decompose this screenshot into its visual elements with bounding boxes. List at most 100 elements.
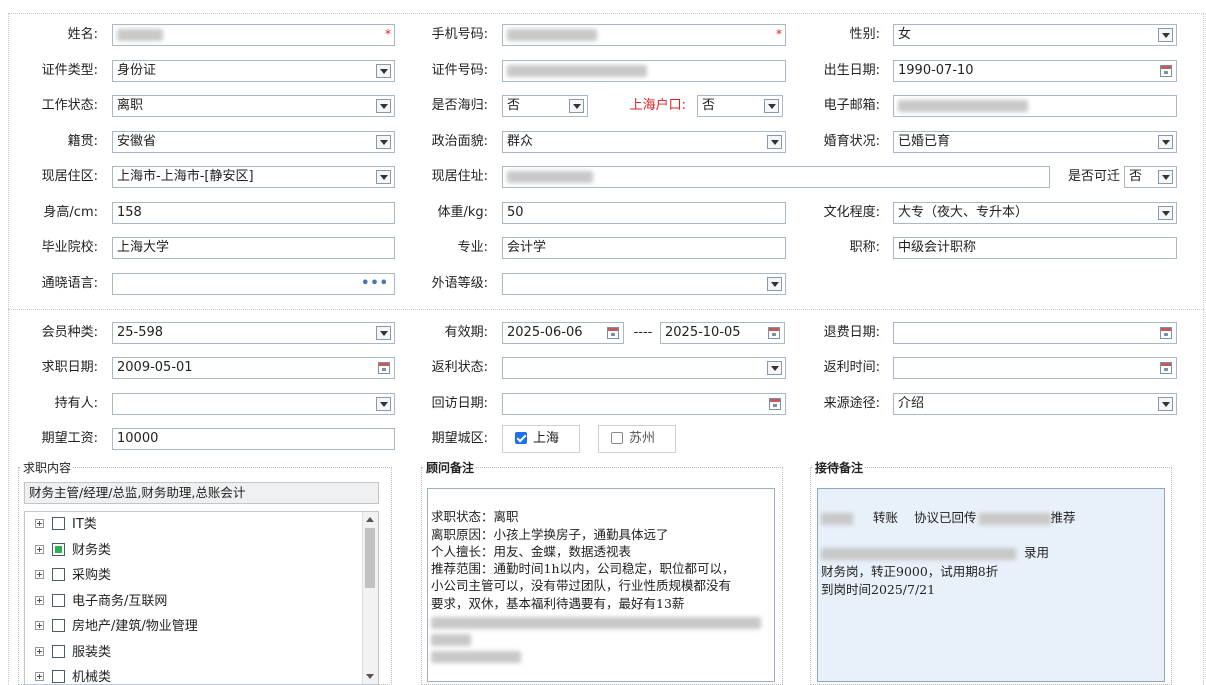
- birth-date-input[interactable]: 1990-07-10: [893, 60, 1177, 82]
- calendar-icon[interactable]: [1160, 362, 1172, 374]
- political-status-value: 群众: [507, 134, 534, 149]
- education-select[interactable]: 大专（夜大、专升本）: [893, 202, 1177, 224]
- weight-input[interactable]: 50: [502, 202, 786, 224]
- expand-icon[interactable]: [35, 595, 44, 605]
- chevron-down-icon[interactable]: [764, 99, 779, 113]
- expand-icon[interactable]: [35, 672, 44, 681]
- expand-icon[interactable]: [35, 570, 44, 579]
- chevron-down-icon[interactable]: [376, 64, 391, 78]
- tree-item-it[interactable]: IT类: [25, 512, 378, 538]
- rebate-status-select[interactable]: [502, 357, 786, 379]
- valid-end-input[interactable]: 2025-10-05: [660, 322, 785, 344]
- chevron-down-icon[interactable]: [1158, 28, 1173, 42]
- tree-item-apparel[interactable]: 服装类: [25, 640, 378, 666]
- checkbox-unchecked-icon[interactable]: [52, 644, 65, 658]
- expand-icon[interactable]: [35, 646, 44, 656]
- note-line: 推荐范围：通勤时间1h以内，公司稳定，职位都可以，: [431, 561, 735, 577]
- rebate-time-input[interactable]: [893, 357, 1177, 379]
- chevron-down-icon[interactable]: [376, 135, 391, 149]
- chevron-down-icon[interactable]: [1158, 170, 1173, 184]
- calendar-icon[interactable]: [607, 327, 619, 339]
- reception-notes-textarea[interactable]: 转账 协议已回传 推荐 录用 财务岗，转正9000，试用期8折 到岗时间2025/7/21: [817, 488, 1165, 682]
- expand-icon[interactable]: [35, 519, 44, 528]
- languages-input[interactable]: •••: [112, 273, 395, 295]
- address-input[interactable]: [502, 166, 1050, 188]
- scroll-down-icon[interactable]: [366, 674, 374, 679]
- chevron-down-icon[interactable]: [767, 135, 782, 149]
- note-segment: 协议已回传: [914, 510, 977, 526]
- major-input[interactable]: 会计学: [502, 237, 786, 259]
- id-type-select[interactable]: 身份证: [112, 60, 395, 82]
- checkbox-unchecked-icon[interactable]: [52, 517, 65, 530]
- consultant-notes-textarea[interactable]: 求职状态：离职 离职原因：小孩上学换房子，通勤具体远了 个人擅长：用友、金蝶，数据透…: [427, 488, 775, 682]
- residence-area-select[interactable]: 上海市-上海市-[静安区]: [112, 166, 395, 188]
- chevron-down-icon[interactable]: [1158, 397, 1173, 411]
- city-option-shanghai[interactable]: 上海: [502, 425, 580, 453]
- job-seek-date-input[interactable]: 2009-05-01: [112, 357, 395, 379]
- refund-date-input[interactable]: [893, 322, 1177, 344]
- title-input[interactable]: 中级会计职称: [893, 237, 1177, 259]
- school-input[interactable]: 上海大学: [112, 237, 395, 259]
- native-place-select[interactable]: 安徽省: [112, 131, 395, 153]
- checkbox-unchecked-icon[interactable]: [52, 593, 65, 607]
- checkbox-unchecked-icon[interactable]: [52, 670, 65, 683]
- tree-item-finance[interactable]: 财务类: [25, 538, 378, 564]
- calendar-icon[interactable]: [769, 398, 781, 410]
- holder-select[interactable]: [112, 393, 395, 415]
- tree-item-purchasing[interactable]: 采购类: [25, 563, 378, 589]
- job-category-tree[interactable]: IT类 财务类 采购类 电子商务/互联网 房地产/建筑/物业管理 服装类 机械类: [24, 511, 379, 685]
- checkbox-unchecked-icon[interactable]: [52, 619, 65, 632]
- calendar-icon[interactable]: [1160, 327, 1172, 339]
- chevron-down-icon[interactable]: [376, 397, 391, 411]
- marital-status-select[interactable]: 已婚已育: [893, 131, 1177, 153]
- tree-item-machinery[interactable]: 机械类: [25, 665, 378, 685]
- tree-scrollbar[interactable]: [362, 512, 378, 684]
- gender-label: 性别:: [849, 27, 880, 42]
- scroll-up-icon[interactable]: [366, 517, 374, 522]
- valid-start-input[interactable]: 2025-06-06: [502, 322, 624, 344]
- chevron-down-icon[interactable]: [767, 277, 782, 291]
- checkbox-checked-icon[interactable]: [515, 432, 527, 444]
- height-input[interactable]: 158: [112, 202, 395, 224]
- more-icon[interactable]: •••: [361, 274, 389, 294]
- redacted-note: [821, 547, 1016, 560]
- chevron-down-icon[interactable]: [767, 361, 782, 375]
- scroll-thumb[interactable]: [365, 528, 375, 588]
- tree-item-label: 机械类: [72, 670, 112, 685]
- chevron-down-icon[interactable]: [376, 99, 391, 113]
- chevron-down-icon[interactable]: [1158, 135, 1173, 149]
- phone-input[interactable]: *: [502, 24, 786, 46]
- chevron-down-icon[interactable]: [569, 99, 584, 113]
- tree-item-label: 采购类: [72, 568, 112, 583]
- political-status-select[interactable]: 群众: [502, 131, 786, 153]
- name-input[interactable]: *: [112, 24, 395, 46]
- tree-item-ecommerce[interactable]: 电子商务/互联网: [25, 589, 378, 615]
- work-status-select[interactable]: 离职: [112, 95, 395, 117]
- member-type-select[interactable]: 25-598: [112, 322, 395, 344]
- foreign-level-select[interactable]: [502, 273, 786, 295]
- valid-period-separator: ----: [633, 325, 653, 340]
- calendar-icon[interactable]: [768, 327, 780, 339]
- checkbox-partial-icon[interactable]: [52, 542, 65, 556]
- returnee-select[interactable]: 否: [502, 95, 588, 117]
- chevron-down-icon[interactable]: [376, 326, 391, 340]
- id-number-input[interactable]: [502, 60, 786, 82]
- expected-salary-input[interactable]: 10000: [112, 428, 395, 450]
- city-option-suzhou[interactable]: 苏州: [598, 425, 676, 453]
- visit-date-input[interactable]: [502, 393, 786, 415]
- chevron-down-icon[interactable]: [376, 170, 391, 184]
- relocatable-select[interactable]: 否: [1124, 166, 1177, 188]
- email-input[interactable]: [893, 95, 1177, 117]
- source-select[interactable]: 介绍: [893, 393, 1177, 415]
- checkbox-unchecked-icon[interactable]: [52, 568, 65, 581]
- calendar-icon[interactable]: [378, 362, 390, 374]
- chevron-down-icon[interactable]: [1158, 206, 1173, 220]
- calendar-icon[interactable]: [1160, 65, 1172, 77]
- expand-icon[interactable]: [35, 621, 44, 630]
- expand-icon[interactable]: [35, 544, 44, 554]
- checkbox-unchecked-icon[interactable]: [611, 432, 623, 444]
- tree-item-real-estate[interactable]: 房地产/建筑/物业管理: [25, 614, 378, 640]
- reception-notes-legend: 接待备注: [813, 459, 866, 476]
- shanghai-hukou-select[interactable]: 否: [697, 95, 783, 117]
- gender-select[interactable]: 女: [893, 24, 1177, 46]
